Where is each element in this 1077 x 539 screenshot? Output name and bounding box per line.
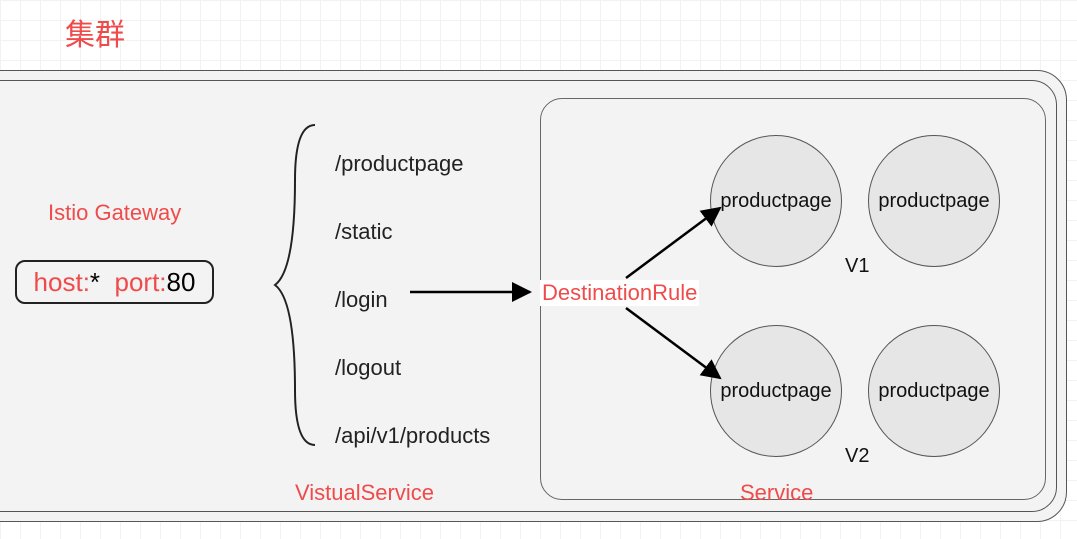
- host-value: *: [90, 267, 100, 298]
- version-label: V2: [845, 445, 869, 468]
- route-item: /api/v1/products: [335, 402, 490, 470]
- destinationrule-label: DestinationRule: [540, 280, 699, 306]
- version-label: V1: [845, 255, 869, 278]
- pod-label: productpage: [878, 380, 989, 403]
- routes-list: /productpage /static /login /logout /api…: [335, 130, 490, 470]
- gap: [100, 267, 114, 298]
- gateway-label: Istio Gateway: [48, 200, 181, 226]
- pod-circle: productpage: [710, 325, 842, 457]
- pod-circle: productpage: [868, 135, 1000, 267]
- virtualservice-label: VistualService: [295, 480, 434, 506]
- service-label: Service: [740, 480, 813, 506]
- route-item: /login: [335, 266, 490, 334]
- route-item: /productpage: [335, 130, 490, 198]
- pod-label: productpage: [878, 190, 989, 213]
- route-item: /logout: [335, 334, 490, 402]
- pod-circle: productpage: [868, 325, 1000, 457]
- pod-label: productpage: [720, 190, 831, 213]
- route-item: /static: [335, 198, 490, 266]
- gateway-hostport-box: host:* port:80: [15, 260, 214, 304]
- port-key: port:: [115, 267, 167, 298]
- cluster-title: 集群: [65, 10, 125, 54]
- pod-circle: productpage: [710, 135, 842, 267]
- port-value: 80: [167, 267, 196, 298]
- pod-label: productpage: [720, 380, 831, 403]
- host-key: host:: [34, 267, 90, 298]
- brace-icon: [270, 120, 330, 450]
